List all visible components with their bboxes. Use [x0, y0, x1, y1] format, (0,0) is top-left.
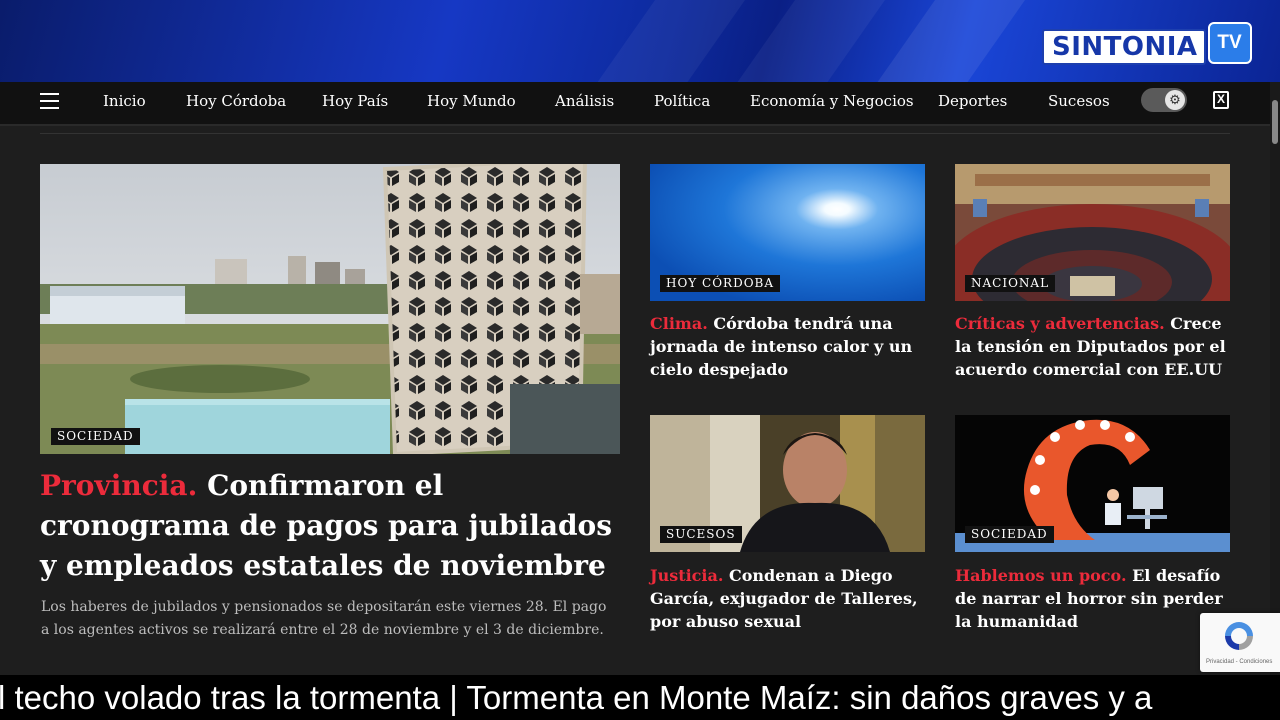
recaptcha-links[interactable]: Privacidad - Condiciones	[1206, 659, 1272, 665]
logo-tv-badge: TV	[1207, 22, 1252, 64]
hamburger-menu-icon[interactable]	[40, 93, 59, 109]
category-tag[interactable]: HOY CÓRDOBA	[660, 275, 781, 292]
recaptcha-badge[interactable]: Privacidad - Condiciones	[1200, 613, 1280, 672]
article-headline[interactable]: Críticas y advertencias. Crece la tensió…	[955, 312, 1231, 381]
nav-item-hoy-pais[interactable]: Hoy País	[322, 92, 388, 110]
article-headline[interactable]: Justicia. Condenan a Diego García, exjug…	[650, 564, 926, 633]
theme-toggle[interactable]: ⚙	[1141, 88, 1187, 112]
nav-item-hoy-cordoba[interactable]: Hoy Córdoba	[186, 92, 286, 110]
category-tag[interactable]: SOCIEDAD	[51, 428, 140, 445]
nav-item-politica[interactable]: Política	[654, 92, 710, 110]
headline-kicker: Críticas y advertencias.	[955, 314, 1165, 333]
site-logo[interactable]: SINTONIA TV	[1042, 22, 1252, 70]
scrollbar-thumb[interactable]	[1272, 100, 1278, 144]
nav-item-deportes[interactable]: Deportes	[938, 92, 1007, 110]
headline-kicker: Provincia.	[40, 469, 198, 502]
article-headline[interactable]: Clima. Córdoba tendrá una jornada de int…	[650, 312, 926, 381]
main-article-summary: Los haberes de jubilados y pensionados s…	[41, 599, 607, 638]
nav-item-economia[interactable]: Economía y Negocios	[750, 92, 914, 110]
main-navbar: Inicio Hoy Córdoba Hoy País Hoy Mundo An…	[0, 82, 1270, 126]
logo-text: SINTONIA	[1052, 32, 1198, 62]
nav-item-hoy-mundo[interactable]: Hoy Mundo	[427, 92, 516, 110]
main-article-headline[interactable]: Provincia. Confirmaron el cronograma de …	[40, 466, 620, 586]
divider	[40, 133, 1230, 134]
news-ticker[interactable]: l techo volado tras la tormenta | Tormen…	[0, 675, 1280, 720]
category-tag[interactable]: SUCESOS	[660, 526, 742, 543]
nav-item-inicio[interactable]: Inicio	[103, 92, 146, 110]
headline-kicker: Hablemos un poco.	[955, 566, 1127, 585]
category-tag[interactable]: NACIONAL	[965, 275, 1056, 292]
recaptcha-icon	[1225, 622, 1253, 650]
headline-kicker: Justicia.	[650, 566, 724, 585]
category-tag[interactable]: SOCIEDAD	[965, 526, 1054, 543]
nav-item-analisis[interactable]: Análisis	[555, 92, 614, 110]
gear-icon: ⚙	[1165, 90, 1185, 110]
x-social-icon[interactable]: X	[1213, 91, 1229, 109]
headline-kicker: Clima.	[650, 314, 708, 333]
top-banner: SINTONIA TV	[0, 0, 1280, 82]
article-headline[interactable]: Hablemos un poco. El desafío de narrar e…	[955, 564, 1231, 633]
nav-item-sucesos[interactable]: Sucesos	[1048, 92, 1110, 110]
main-article-image[interactable]	[40, 164, 620, 454]
ticker-text: l techo volado tras la tormenta | Tormen…	[0, 679, 1153, 716]
